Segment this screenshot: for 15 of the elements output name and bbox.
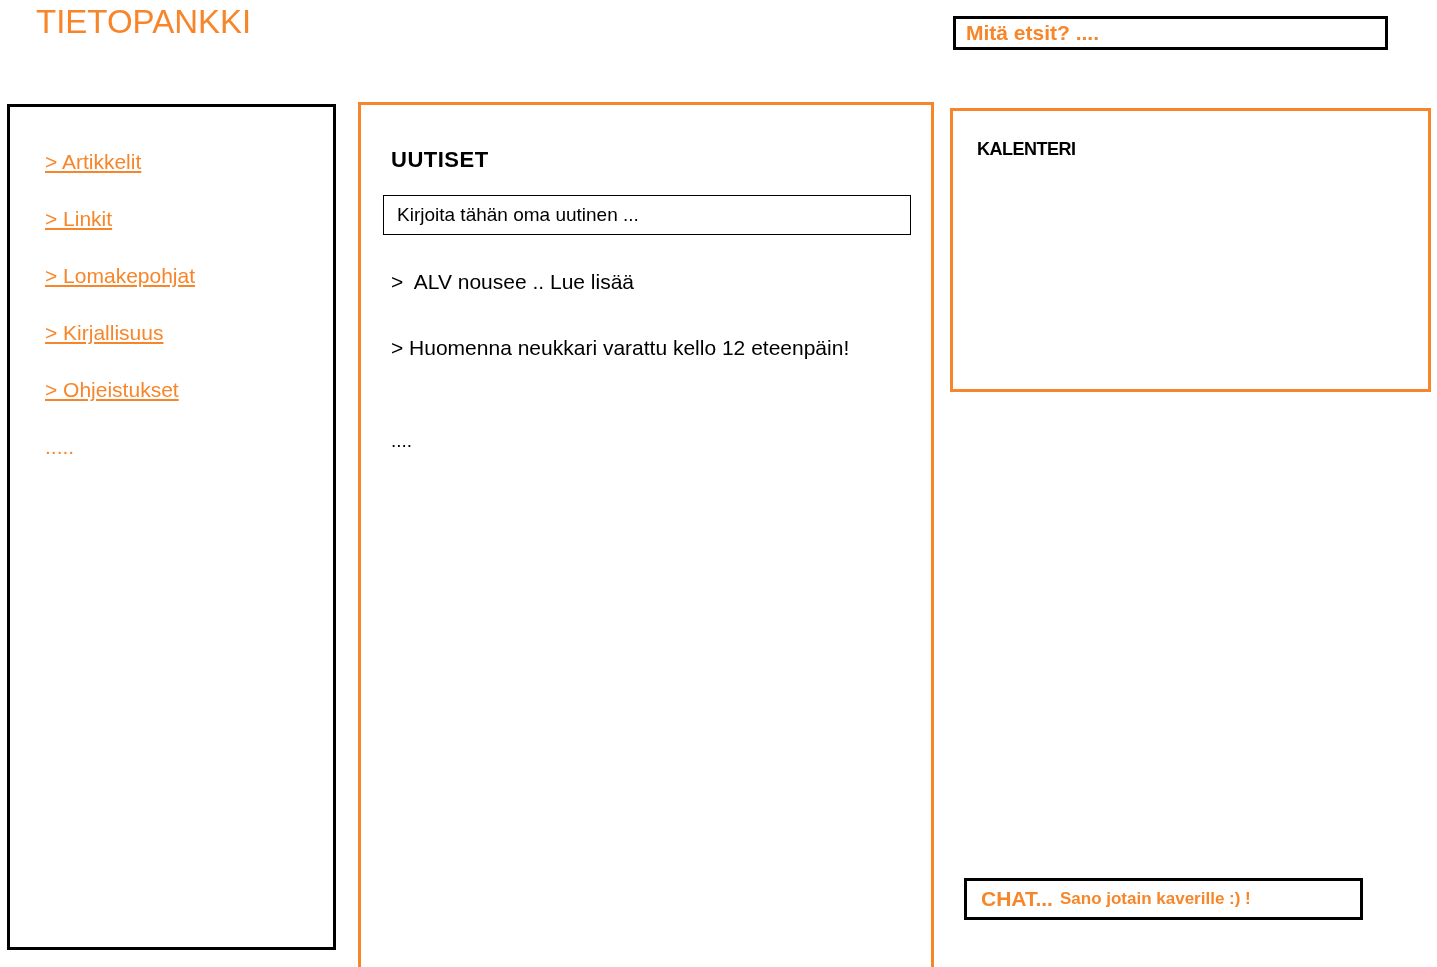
more-ellipsis: .... bbox=[391, 429, 413, 453]
chat-field[interactable]: CHAT... Sano jotain kaverille :) ! bbox=[964, 878, 1363, 920]
calendar-heading: KALENTERI bbox=[977, 138, 1076, 161]
news-item: > Huomenna neukkari varattu kello 12 eteenpäin! bbox=[391, 334, 850, 361]
sidebar-link[interactable]: > Linkit bbox=[45, 206, 113, 232]
sidebar-link[interactable]: > Lomakepohjat bbox=[45, 263, 196, 289]
more-ellipsis: ..... bbox=[45, 434, 75, 460]
news-item: > ALV nousee .. Lue lisää bbox=[391, 269, 635, 295]
sidebar-link[interactable]: > Artikkelit bbox=[45, 149, 142, 175]
sidebar-link[interactable]: > Kirjallisuus bbox=[45, 320, 164, 346]
news-heading: UUTISET bbox=[391, 146, 489, 174]
site-title: TIETOPANKKI bbox=[36, 3, 252, 41]
search-field[interactable]: Mitä etsit? .... bbox=[953, 16, 1388, 50]
sidebar-link[interactable]: > Ohjeistukset bbox=[45, 377, 179, 403]
news-input-field[interactable]: Kirjoita tähän oma uutinen ... bbox=[383, 195, 911, 235]
